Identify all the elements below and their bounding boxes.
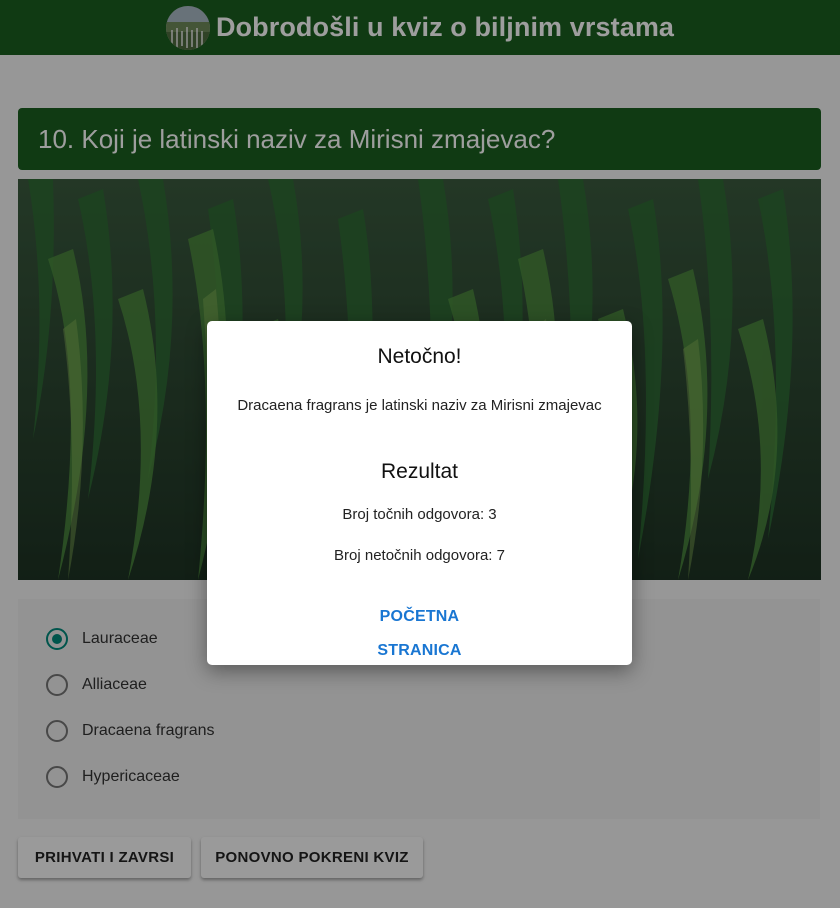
wrong-answers-count: Broj netočnih odgovora: 7: [334, 547, 505, 564]
correct-answers-count: Broj točnih odgovora: 3: [342, 506, 497, 523]
home-page-link[interactable]: POČETNA STRANICA: [337, 600, 502, 659]
dialog-title: Netočno!: [377, 345, 462, 368]
dialog-message: Dracaena fragrans je latinski naziv za M…: [237, 397, 602, 414]
result-dialog: Netočno! Dracaena fragrans je latinski n…: [207, 321, 632, 665]
result-heading: Rezultat: [380, 460, 459, 483]
